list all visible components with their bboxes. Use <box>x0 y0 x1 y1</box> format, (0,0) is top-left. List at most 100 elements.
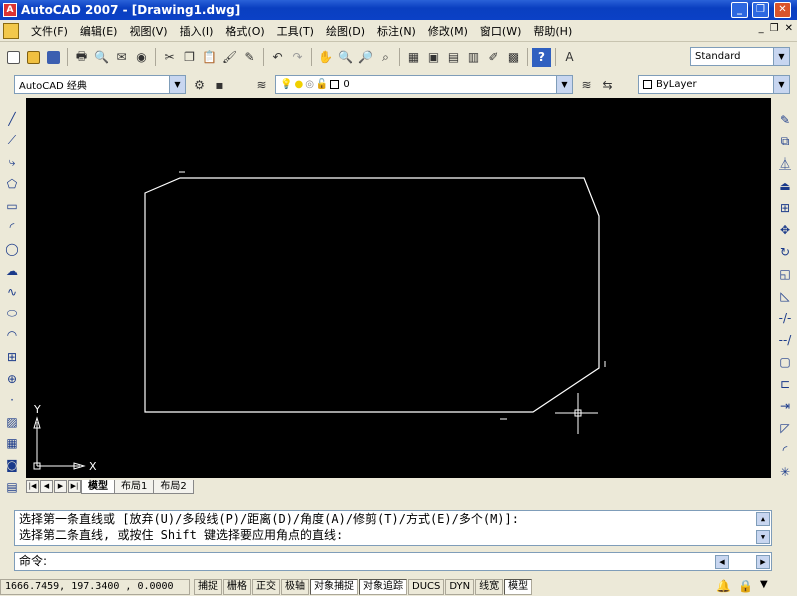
break-at-point-icon[interactable]: ▢ <box>776 352 794 371</box>
undo-icon[interactable]: ↶ <box>268 48 287 67</box>
doc-minimize-button[interactable]: _ <box>759 23 764 34</box>
workspace-save-icon[interactable]: ▪ <box>210 75 229 94</box>
pan-icon[interactable]: ✋ <box>316 48 335 67</box>
layer-viewport-freeze-icon[interactable]: ◎ <box>305 79 314 90</box>
osnap-button[interactable]: 对象捕捉 <box>310 579 358 595</box>
ortho-button[interactable]: 正交 <box>252 579 280 595</box>
chevron-down-icon[interactable]: ▼ <box>773 48 789 65</box>
offset-icon[interactable]: ⏏ <box>776 176 794 195</box>
menu-window[interactable]: 窗口(W) <box>474 23 527 39</box>
redo-icon[interactable]: ↷ <box>288 48 307 67</box>
sheet-set-icon[interactable]: ▥ <box>464 48 483 67</box>
zoom-window-icon[interactable]: 🔎 <box>356 48 375 67</box>
scroll-up-icon[interactable]: ▲ <box>756 512 770 526</box>
trim-icon[interactable]: -/- <box>776 308 794 327</box>
tool-palettes-icon[interactable]: ▤ <box>444 48 463 67</box>
revision-cloud-icon[interactable]: ☁ <box>3 261 21 280</box>
document-icon[interactable] <box>3 22 19 39</box>
mirror-icon[interactable]: ⏅ <box>776 154 794 173</box>
break-icon[interactable]: ⊏ <box>776 374 794 393</box>
erase-icon[interactable]: ✎ <box>776 110 794 129</box>
zoom-realtime-icon[interactable]: 🔍 <box>336 48 355 67</box>
polygon-icon[interactable]: ⬠ <box>3 175 21 194</box>
print-preview-icon[interactable]: 🔍 <box>92 48 111 67</box>
maximize-button[interactable]: ❐ <box>752 2 769 18</box>
next-tab-button[interactable]: ▶ <box>54 480 67 493</box>
chevron-down-icon[interactable]: ▼ <box>169 76 185 93</box>
point-icon[interactable]: · <box>3 391 21 410</box>
insert-block-icon[interactable]: ⊞ <box>3 348 21 367</box>
doc-close-button[interactable]: ✕ <box>785 23 793 34</box>
menu-dimension[interactable]: 标注(N) <box>371 23 422 39</box>
model-button[interactable]: 模型 <box>504 579 533 595</box>
grid-button[interactable]: 栅格 <box>223 579 251 595</box>
layer-manager-icon[interactable]: ≋ <box>252 75 271 94</box>
layer-select[interactable]: 💡 ● ◎ 🔓 0 ▼ <box>275 75 573 94</box>
markup-icon[interactable]: ✐ <box>484 48 503 67</box>
menu-view[interactable]: 视图(V) <box>123 23 173 39</box>
cut-icon[interactable]: ✂ <box>160 48 179 67</box>
workspace-settings-icon[interactable]: ⚙ <box>190 75 209 94</box>
command-line[interactable]: 命令: ◀ ▶ <box>14 552 772 571</box>
circle-icon[interactable]: ◯ <box>3 240 21 259</box>
prev-tab-button[interactable]: ◀ <box>40 480 53 493</box>
otrack-button[interactable]: 对象追踪 <box>359 579 407 595</box>
zoom-previous-icon[interactable]: ⌕ <box>376 48 395 67</box>
workspace-select[interactable]: AutoCAD 经典 ▼ <box>14 75 186 94</box>
menu-insert[interactable]: 插入(I) <box>174 23 220 39</box>
scroll-left-icon[interactable]: ◀ <box>715 555 729 569</box>
print-icon[interactable]: 🖶 <box>72 48 91 67</box>
copy-icon[interactable]: ❐ <box>180 48 199 67</box>
menu-modify[interactable]: 修改(M) <box>422 23 474 39</box>
help-icon[interactable]: ? <box>532 47 551 67</box>
etransmit-icon[interactable]: ◉ <box>132 48 151 67</box>
move-icon[interactable]: ✥ <box>776 220 794 239</box>
spline-icon[interactable]: ∿ <box>3 283 21 302</box>
paste-icon[interactable]: 📋 <box>200 48 219 67</box>
menu-format[interactable]: 格式(O) <box>219 23 270 39</box>
rotate-icon[interactable]: ↻ <box>776 242 794 261</box>
layer-freeze-icon[interactable]: ● <box>294 79 303 90</box>
autocad-app-icon[interactable]: A <box>3 3 17 17</box>
tab-layout1[interactable]: 布局1 <box>114 479 155 494</box>
construction-line-icon[interactable]: ⟋ <box>3 132 21 151</box>
fillet-icon[interactable]: ◜ <box>776 440 794 459</box>
ducs-button[interactable]: DUCS <box>408 579 445 595</box>
copy-object-icon[interactable]: ⧉ <box>776 132 794 151</box>
block-editor-icon[interactable]: ✎ <box>240 48 259 67</box>
coordinate-readout[interactable]: 1666.7459, 197.3400 , 0.0000 <box>0 579 190 595</box>
extend-icon[interactable]: --/ <box>776 330 794 349</box>
scroll-right-icon[interactable]: ▶ <box>756 555 770 569</box>
save-icon[interactable] <box>44 48 63 67</box>
match-properties-icon[interactable]: 🖌 <box>220 48 239 67</box>
make-block-icon[interactable]: ⊕ <box>3 369 21 388</box>
menu-draw[interactable]: 绘图(D) <box>320 23 371 39</box>
explode-icon[interactable]: ✳ <box>776 462 794 481</box>
layer-lock-icon[interactable]: 🔓 <box>316 79 328 90</box>
polyline-icon[interactable]: ⤷ <box>3 153 21 172</box>
drawing-area[interactable]: Y X <box>26 98 771 478</box>
doc-restore-button[interactable]: ❐ <box>770 23 779 34</box>
table-icon[interactable]: ▤ <box>3 477 21 496</box>
drawing-canvas[interactable]: Y X <box>26 98 771 478</box>
last-tab-button[interactable]: ▶| <box>68 480 81 493</box>
design-center-icon[interactable]: ▣ <box>424 48 443 67</box>
polar-button[interactable]: 极轴 <box>281 579 309 595</box>
menu-file[interactable]: 文件(F) <box>25 23 74 39</box>
snap-button[interactable]: 捕捉 <box>194 579 222 595</box>
line-icon[interactable]: ╱ <box>3 110 21 129</box>
open-icon[interactable] <box>24 48 43 67</box>
scale-icon[interactable]: ◱ <box>776 264 794 283</box>
properties-icon[interactable]: ▦ <box>404 48 423 67</box>
join-icon[interactable]: ⇥ <box>776 396 794 415</box>
lock-icon[interactable]: 🔒 <box>738 579 753 593</box>
lineweight-button[interactable]: 线宽 <box>475 579 504 595</box>
gradient-icon[interactable]: ▦ <box>3 434 21 453</box>
stretch-icon[interactable]: ◺ <box>776 286 794 305</box>
rectangle-icon[interactable]: ▭ <box>3 196 21 215</box>
menu-edit[interactable]: 编辑(E) <box>74 23 124 39</box>
layer-previous-icon[interactable]: ⇆ <box>598 75 617 94</box>
status-menu-chevron-icon[interactable]: ▼ <box>760 579 768 590</box>
text-style-select[interactable]: Standard ▼ <box>690 47 790 66</box>
color-select[interactable]: ByLayer ▼ <box>638 75 790 94</box>
